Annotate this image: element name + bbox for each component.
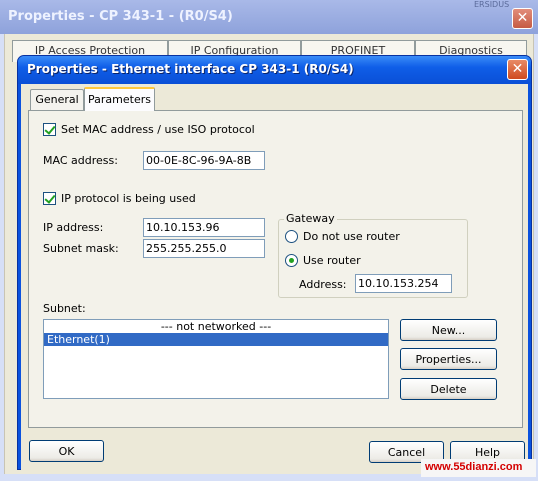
subnet-mask-field[interactable]: 255.255.255.0 — [143, 239, 265, 258]
do-not-use-router-label: Do not use router — [303, 230, 400, 243]
tab-general[interactable]: General — [30, 89, 84, 110]
subnet-properties-button[interactable]: Properties... — [400, 348, 497, 370]
do-not-use-router-radio[interactable] — [285, 230, 298, 243]
background-corner-text: ERSIDUS — [474, 0, 510, 9]
subnet-item-ethernet-1[interactable]: Ethernet(1) — [44, 333, 388, 346]
ip-address-label: IP address: — [43, 221, 104, 234]
use-router-radio[interactable] — [285, 254, 298, 267]
delete-subnet-button[interactable]: Delete — [400, 378, 497, 400]
new-subnet-button[interactable]: New... — [400, 319, 497, 341]
use-router-label: Use router — [303, 254, 361, 267]
router-address-label: Address: — [299, 278, 347, 291]
subnet-label: Subnet: — [43, 302, 86, 315]
dialog-close-icon[interactable]: ✕ — [507, 59, 528, 80]
gateway-group-title: Gateway — [284, 212, 337, 225]
subnet-mask-label: Subnet mask: — [43, 242, 119, 255]
subnet-listbox[interactable]: --- not networked --- Ethernet(1) — [43, 319, 389, 399]
ok-button[interactable]: OK — [29, 440, 104, 462]
set-mac-checkbox[interactable] — [43, 123, 56, 136]
ip-protocol-label: IP protocol is being used — [61, 192, 196, 205]
watermark-text: www.55dianzi.com — [421, 459, 536, 477]
mac-address-field[interactable]: 00-0E-8C-96-9A-8B — [143, 151, 265, 170]
router-address-field[interactable]: 10.10.153.254 — [355, 274, 452, 293]
tab-parameters[interactable]: Parameters — [84, 87, 155, 111]
dialog-title: Properties - Ethernet interface CP 343-1… — [27, 62, 354, 76]
background-close-icon[interactable]: ✕ — [512, 8, 533, 29]
mac-address-label: MAC address: — [43, 154, 118, 167]
background-window-title: Properties - CP 343-1 - (R0/S4) — [8, 9, 233, 24]
set-mac-label: Set MAC address / use ISO protocol — [61, 123, 255, 136]
ip-address-field[interactable]: 10.10.153.96 — [143, 218, 265, 237]
ip-protocol-checkbox[interactable] — [43, 192, 56, 205]
subnet-item-not-networked[interactable]: --- not networked --- — [44, 320, 388, 333]
